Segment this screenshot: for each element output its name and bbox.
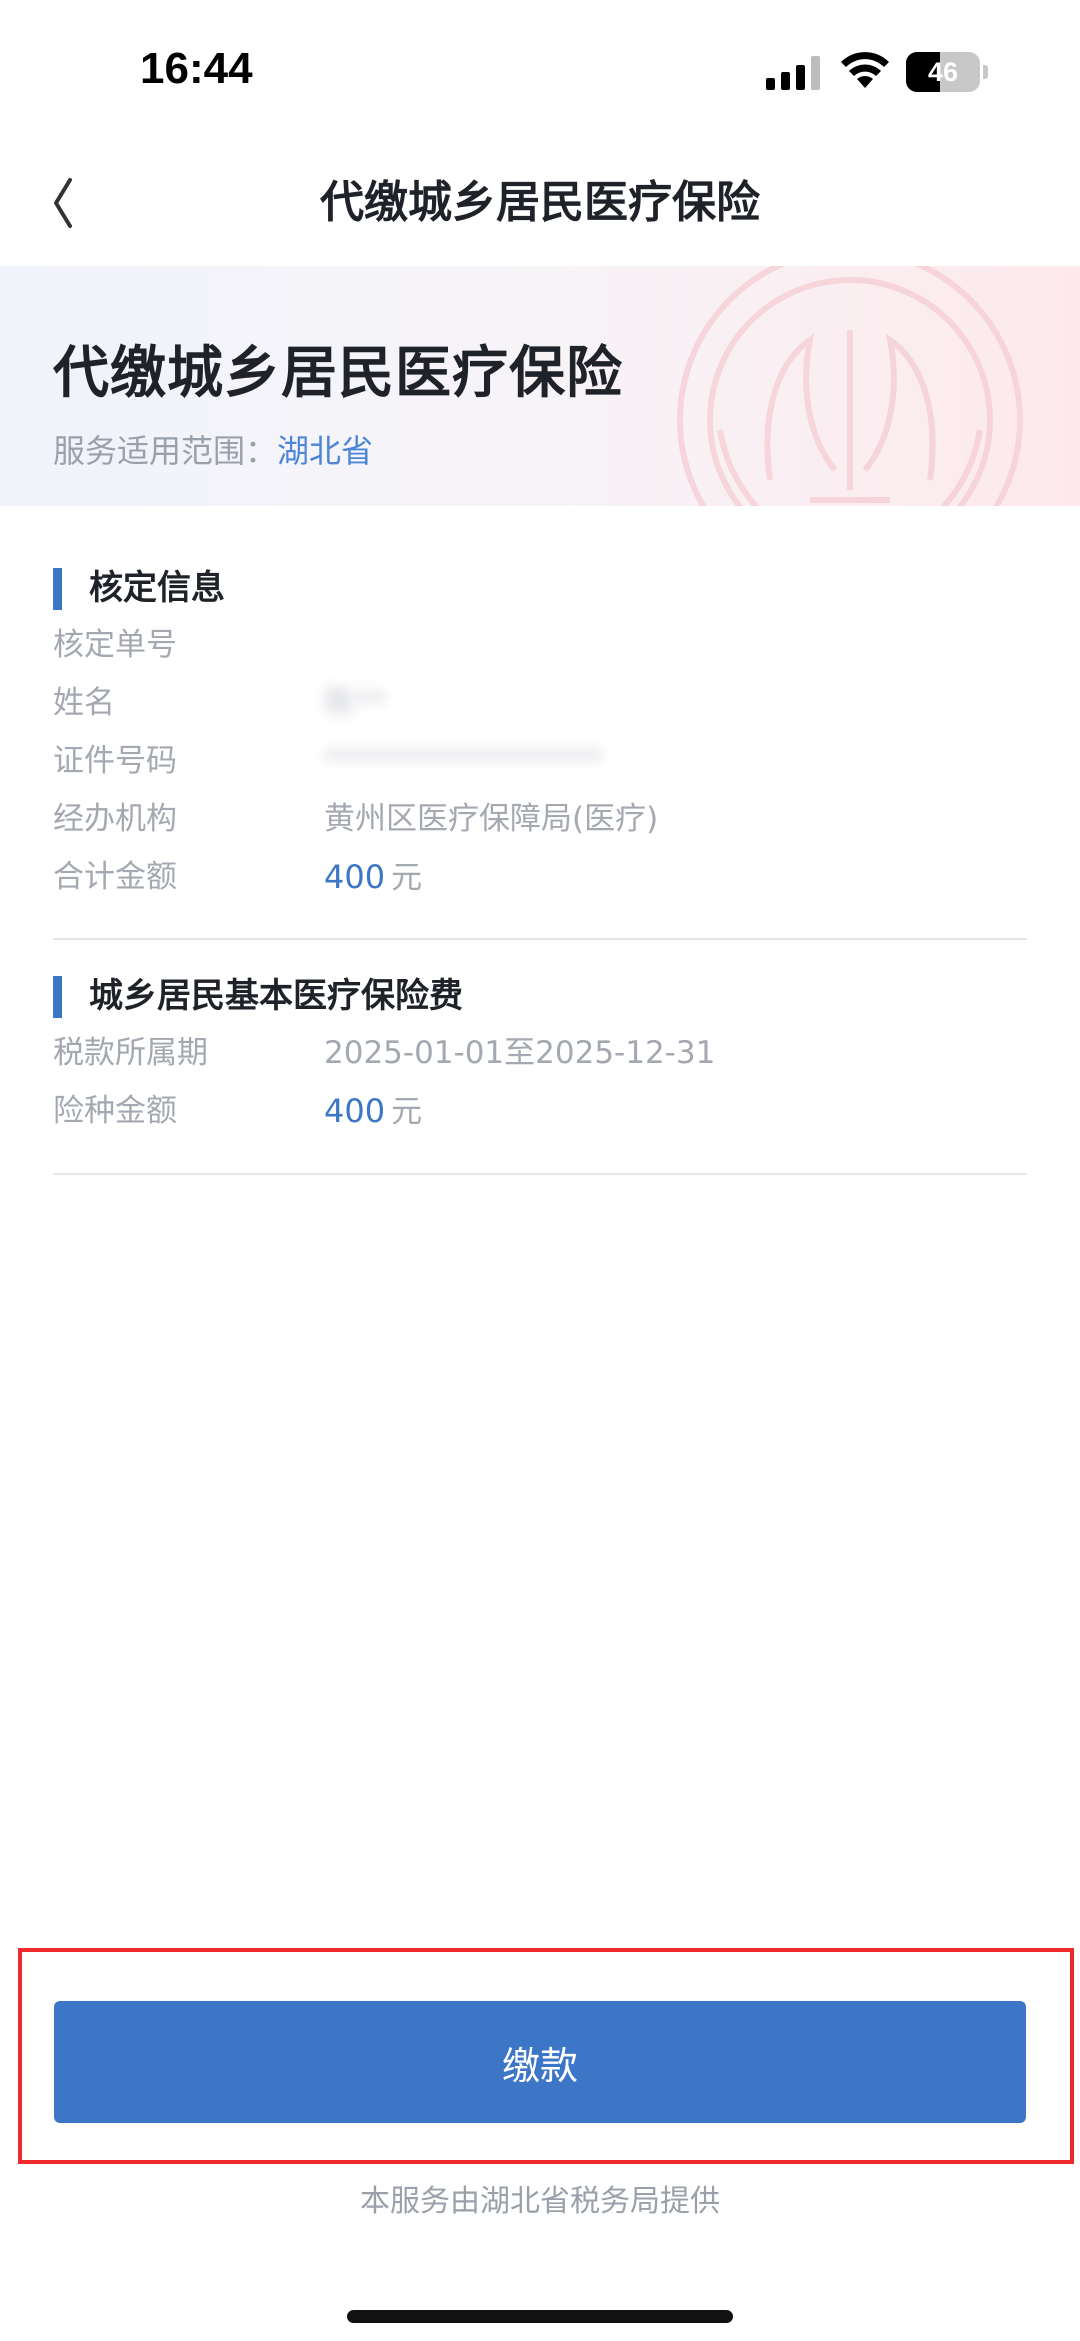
banner-title: 代缴城乡居民医疗保险 (53, 341, 623, 406)
info-value-masked: ****************** (324, 743, 603, 779)
amount-number: 400 (324, 1092, 386, 1130)
info-value: 2025-01-01至2025-12-31 (324, 1035, 716, 1071)
provider-note: 本服务由湖北省税务局提供 (360, 2184, 720, 2219)
section-accent-bar (53, 976, 62, 1018)
back-button[interactable] (40, 170, 110, 236)
divider (53, 1173, 1027, 1175)
premium-section: 城乡居民基本医疗保险费 税款所属期 2025-01-01至2025-12-31 … (53, 968, 1027, 1140)
info-value-masked: 陈** (324, 685, 386, 721)
status-time: 16:44 (140, 44, 253, 93)
info-label: 证件号码 (53, 743, 177, 779)
scope-value: 湖北省 (277, 432, 374, 470)
amount-unit: 元 (391, 1094, 423, 1130)
page-title: 代缴城乡居民医疗保险 (320, 177, 760, 228)
info-row-name: 姓名 陈** (53, 674, 1027, 732)
pay-button[interactable]: 缴款 (54, 2001, 1026, 2123)
amount-value: 400 元 (324, 1082, 422, 1141)
assessment-section: 核定信息 核定单号 姓名 陈** 证件号码 ******************… (53, 560, 1027, 906)
amount-unit: 元 (391, 860, 423, 896)
info-row-tax-period: 税款所属期 2025-01-01至2025-12-31 (53, 1024, 1027, 1082)
info-row-total-amount: 合计金额 400 元 (53, 848, 1027, 906)
wifi-icon (841, 52, 889, 88)
info-label: 险种金额 (53, 1093, 177, 1129)
status-bar: 16:44 46 (0, 0, 1080, 140)
info-row-id-number: 证件号码 ****************** (53, 732, 1027, 790)
info-value: 黄州区医疗保障局(医疗) (324, 801, 659, 837)
chevron-left-icon (54, 178, 72, 228)
battery-icon: 46 (906, 52, 988, 92)
info-row-insurance-amount: 险种金额 400 元 (53, 1082, 1027, 1140)
navigation-bar: 代缴城乡居民医疗保险 (0, 140, 1080, 266)
battery-level: 46 (927, 57, 959, 87)
info-label: 经办机构 (53, 801, 177, 837)
info-label: 税款所属期 (53, 1035, 208, 1071)
amount-number: 400 (324, 858, 386, 896)
info-row-assessment-number: 核定单号 (53, 616, 1027, 674)
service-banner: 代缴城乡居民医疗保险 服务适用范围：湖北省 (0, 266, 1080, 506)
divider (53, 938, 1027, 940)
info-label: 姓名 (53, 685, 115, 721)
scope-label: 服务适用范围： (53, 432, 278, 470)
section-accent-bar (53, 568, 62, 610)
amount-value: 400 元 (324, 848, 422, 907)
section-title: 城乡居民基本医疗保险费 (89, 976, 463, 1016)
section-title: 核定信息 (89, 568, 225, 608)
home-indicator[interactable] (347, 2310, 733, 2323)
info-row-agency: 经办机构 黄州区医疗保障局(医疗) (53, 790, 1027, 848)
section-header: 核定信息 (53, 560, 1027, 616)
service-scope: 服务适用范围：湖北省 (53, 426, 373, 472)
info-label: 合计金额 (53, 859, 177, 895)
section-header: 城乡居民基本医疗保险费 (53, 968, 1027, 1024)
tax-emblem-icon (677, 266, 1023, 506)
info-label: 核定单号 (53, 627, 177, 663)
signal-icon (766, 56, 820, 90)
